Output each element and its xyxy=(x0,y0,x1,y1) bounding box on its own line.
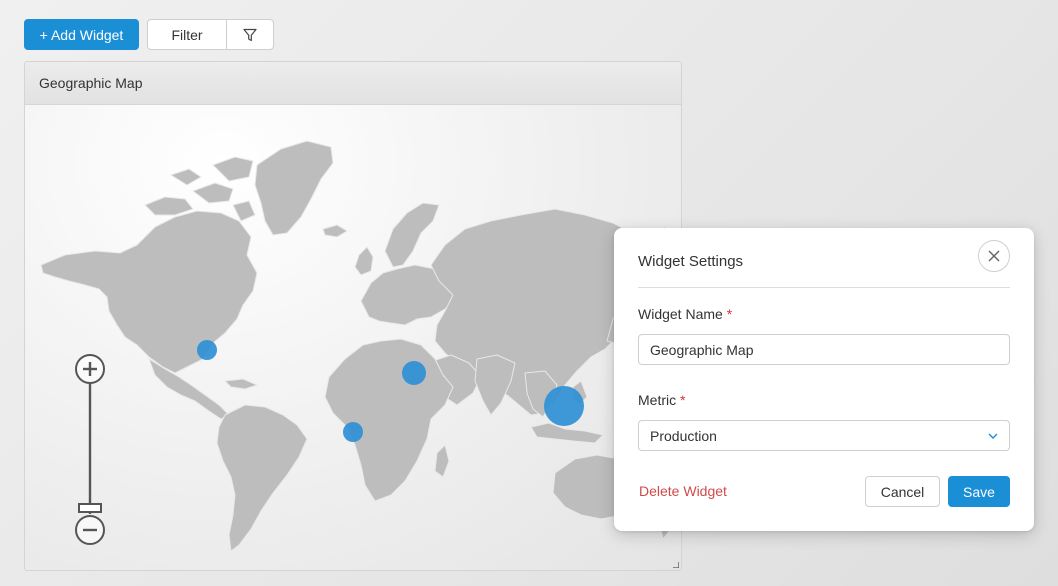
map-marker-southeast-asia[interactable] xyxy=(544,386,584,426)
metric-select[interactable]: Production xyxy=(638,420,1010,451)
map-iceland xyxy=(322,224,348,238)
geographic-map-widget: Geographic Map xyxy=(24,61,682,571)
filter-button[interactable]: Filter xyxy=(148,20,227,49)
cancel-button[interactable]: Cancel xyxy=(865,476,940,507)
metric-label: Metric * xyxy=(638,392,685,408)
required-mark: * xyxy=(680,392,686,408)
map-central-america xyxy=(148,358,230,420)
widget-title: Geographic Map xyxy=(39,75,143,91)
dialog-divider xyxy=(638,287,1010,288)
add-widget-button[interactable]: + Add Widget xyxy=(24,19,139,50)
save-button[interactable]: Save xyxy=(948,476,1010,507)
widget-settings-dialog: Widget Settings Widget Name * Geographic… xyxy=(614,228,1034,531)
close-icon xyxy=(988,250,1000,262)
map-africa xyxy=(324,338,454,502)
map-marker-west-africa[interactable] xyxy=(343,422,363,442)
filter-group: Filter xyxy=(147,19,274,50)
world-map[interactable] xyxy=(25,105,681,570)
map-greenland xyxy=(254,140,334,236)
zoom-control xyxy=(75,354,105,545)
metric-value: Production xyxy=(650,427,717,444)
required-mark: * xyxy=(726,306,733,322)
map-south-america xyxy=(216,404,308,552)
map-india xyxy=(474,354,516,416)
chevron-down-icon xyxy=(988,433,998,439)
dialog-title: Widget Settings xyxy=(638,253,744,270)
map-madagascar xyxy=(434,444,450,478)
metric-label-text: Metric xyxy=(638,392,677,408)
widget-name-label: Widget Name * xyxy=(638,306,732,322)
close-button[interactable] xyxy=(978,240,1010,272)
map-marker-north-america[interactable] xyxy=(197,340,217,360)
delete-widget-link[interactable]: Delete Widget xyxy=(639,483,727,499)
map-uk xyxy=(354,246,374,276)
zoom-in-icon[interactable] xyxy=(75,354,105,384)
resize-handle-icon[interactable] xyxy=(673,562,679,568)
zoom-slider-handle[interactable] xyxy=(78,503,102,513)
map-indonesia xyxy=(530,422,604,444)
widget-name-label-text: Widget Name xyxy=(638,306,723,322)
filter-funnel-button[interactable] xyxy=(227,20,273,49)
widget-name-value: Geographic Map xyxy=(650,341,754,358)
funnel-icon xyxy=(243,28,257,41)
widget-name-input[interactable]: Geographic Map xyxy=(638,334,1010,365)
map-marker-middle-east[interactable] xyxy=(402,361,426,385)
map-caribbean xyxy=(224,378,258,390)
map-north-america xyxy=(40,210,258,374)
zoom-out-icon[interactable] xyxy=(75,515,105,545)
widget-header[interactable]: Geographic Map xyxy=(25,62,681,105)
map-scandinavia xyxy=(384,202,440,268)
